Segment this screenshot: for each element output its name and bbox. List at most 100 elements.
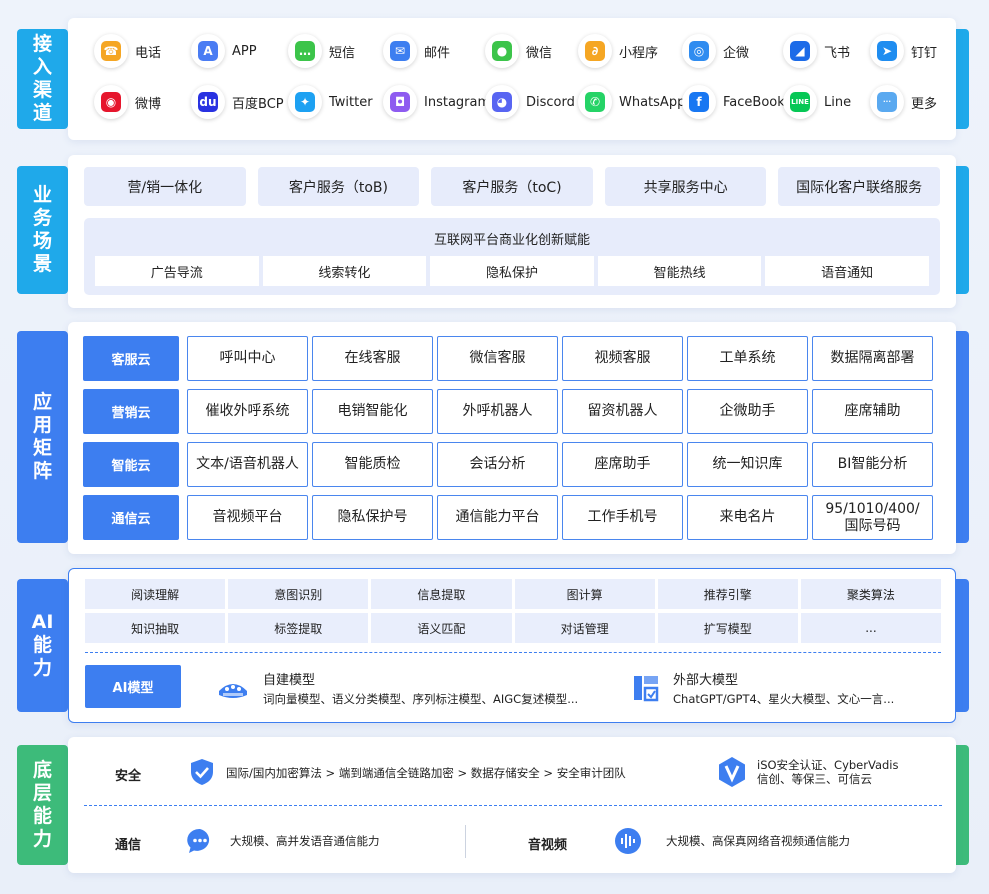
- ai-capability[interactable]: ...: [800, 613, 941, 643]
- matrix-cell[interactable]: 座席辅助: [812, 389, 933, 434]
- channel-item[interactable]: ◕ Discord: [485, 85, 578, 119]
- matrix-row-head[interactable]: 智能云: [83, 442, 179, 487]
- channel-item[interactable]: ● 微信: [485, 34, 578, 68]
- matrix-cell[interactable]: 企微助手: [687, 389, 808, 434]
- matrix-cell[interactable]: 在线客服: [312, 336, 433, 381]
- matrix-cell[interactable]: 来电名片: [687, 495, 808, 540]
- self-model: 自建模型 词向量模型、语义分类模型、序列标注模型、AIGC复述模型...: [215, 669, 578, 707]
- external-model: 外部大模型 ChatGPT/GPT4、星火大模型、文心一言...: [631, 669, 894, 707]
- ai-capability[interactable]: 标签提取: [228, 613, 369, 643]
- channel-item[interactable]: ◉ 微博: [94, 85, 191, 119]
- ai-capability[interactable]: 推荐引擎: [657, 579, 798, 609]
- twitter-icon: ✦: [288, 85, 322, 119]
- base-side-label: 底层能力: [17, 745, 68, 865]
- channel-item[interactable]: ◎ 企微: [682, 34, 783, 68]
- matrix-section: 应用矩阵 客服云 呼叫中心 在线客服 微信客服 视频客服 工单系统 数据隔离部署营销云 催收外…: [17, 322, 969, 554]
- scene-row: 营/销一体化 客户服务（toB) 客户服务（toC) 共享服务中心 国际化客户联…: [84, 167, 940, 206]
- channel-item[interactable]: … 短信: [288, 34, 383, 68]
- channels-right-bar: [955, 29, 969, 129]
- matrix-row: 营销云 催收外呼系统 电销智能化 外呼机器人 留资机器人 企微助手 座席辅助: [83, 389, 933, 434]
- base-divider: [84, 805, 942, 806]
- matrix-row-head[interactable]: 营销云: [83, 389, 179, 434]
- innovation-item[interactable]: 线索转化: [262, 256, 427, 286]
- matrix-cell[interactable]: 视频客服: [562, 336, 683, 381]
- ai-capability-grid: 阅读理解 意图识别 信息提取 图计算 推荐引擎 聚类算法知识抽取 标签提取 语义匹配 对话管理扩…: [85, 579, 941, 643]
- ai-capability[interactable]: 聚类算法: [800, 579, 941, 609]
- channel-item[interactable]: du 百度BCP: [191, 85, 288, 119]
- channel-item[interactable]: ◢ 飞书: [783, 34, 870, 68]
- matrix-cell[interactable]: 工作手机号: [562, 495, 683, 540]
- channel-label: 飞书: [824, 45, 851, 61]
- innovation-item[interactable]: 智能热线: [597, 256, 762, 286]
- dingtalk-icon: ➤: [870, 34, 904, 68]
- channel-item[interactable]: ✆ WhatsApp: [578, 85, 685, 119]
- ai-capability[interactable]: 信息提取: [371, 579, 512, 609]
- shield-icon: [191, 759, 213, 785]
- matrix-cell[interactable]: 文本/语音机器人: [187, 442, 308, 487]
- channel-item[interactable]: LINE Line: [783, 85, 870, 119]
- weibo-icon: ◉: [94, 85, 128, 119]
- channel-item[interactable]: ◘ Instagram: [383, 85, 490, 119]
- scene-item[interactable]: 营/销一体化: [84, 167, 246, 206]
- ai-capability[interactable]: 对话管理: [514, 613, 655, 643]
- certification-text: iSO安全认证、CyberVadis 信创、等保三、可信云: [757, 758, 899, 786]
- matrix-cell[interactable]: 座席助手: [562, 442, 683, 487]
- matrix-cell[interactable]: 隐私保护号: [312, 495, 433, 540]
- channels-side-label: 接入渠道: [17, 29, 68, 129]
- channel-item[interactable]: ··· 更多: [870, 85, 940, 119]
- ai-capability[interactable]: 扩写模型: [657, 613, 798, 643]
- external-model-desc: ChatGPT/GPT4、星火大模型、文心一言...: [673, 692, 895, 706]
- matrix-cell[interactable]: 智能质检: [312, 442, 433, 487]
- scenes-section: 业务场景 营/销一体化 客户服务（toB) 客户服务（toC) 共享服务中心 国…: [17, 155, 969, 308]
- channel-item[interactable]: f FaceBook: [682, 85, 785, 119]
- matrix-cell[interactable]: 95/1010/400/国际号码: [812, 495, 933, 540]
- channel-item[interactable]: ∂ 小程序: [578, 34, 682, 68]
- matrix-cell[interactable]: 音视频平台: [187, 495, 308, 540]
- audio-wave-icon: [615, 828, 641, 854]
- channel-label: APP: [232, 43, 257, 59]
- instagram-icon: ◘: [383, 85, 417, 119]
- innovation-item[interactable]: 隐私保护: [430, 256, 594, 286]
- channel-item[interactable]: ☎ 电话: [94, 34, 191, 68]
- ai-model-button[interactable]: AI模型: [85, 665, 181, 708]
- innovation-item[interactable]: 广告导流: [95, 256, 259, 286]
- scene-item[interactable]: 共享服务中心: [604, 167, 767, 206]
- channel-label: Instagram: [424, 94, 491, 110]
- channel-item[interactable]: ✦ Twitter: [288, 85, 383, 119]
- matrix-cell[interactable]: 电销智能化: [312, 389, 433, 434]
- channel-item[interactable]: ➤ 钉钉: [870, 34, 940, 68]
- matrix-cell[interactable]: 呼叫中心: [187, 336, 308, 381]
- channel-item[interactable]: A APP: [191, 34, 288, 68]
- matrix-cell[interactable]: BI智能分析: [812, 442, 933, 487]
- matrix-cell[interactable]: 统一知识库: [687, 442, 808, 487]
- channel-label: 企微: [723, 45, 750, 61]
- scene-item[interactable]: 客户服务（toC): [431, 167, 593, 206]
- ai-capability[interactable]: 意图识别: [228, 579, 369, 609]
- matrix-row-head[interactable]: 通信云: [83, 495, 179, 540]
- matrix-side-label: 应用矩阵: [17, 331, 68, 543]
- feishu-icon: ◢: [783, 34, 817, 68]
- ai-capability[interactable]: 图计算: [514, 579, 655, 609]
- matrix-cell[interactable]: 微信客服: [437, 336, 558, 381]
- ai-side-label: AI能力: [17, 579, 68, 712]
- matrix-cell[interactable]: 工单系统: [687, 336, 808, 381]
- innovation-item[interactable]: 语音通知: [765, 256, 929, 286]
- ai-capability[interactable]: 语义匹配: [371, 613, 512, 643]
- scene-item[interactable]: 客户服务（toB): [257, 167, 420, 206]
- matrix-cell[interactable]: 外呼机器人: [437, 389, 558, 434]
- matrix-cell[interactable]: 数据隔离部署: [812, 336, 933, 381]
- matrix-cell[interactable]: 会话分析: [437, 442, 558, 487]
- channel-label: FaceBook: [723, 94, 785, 110]
- base-section: 底层能力 安全 国际/国内加密算法 > 端到端通信全链路加密 > 数据存储安全 …: [17, 737, 969, 873]
- ai-capability[interactable]: 知识抽取: [85, 613, 226, 643]
- matrix-cell[interactable]: 留资机器人: [562, 389, 683, 434]
- ai-capability[interactable]: 阅读理解: [85, 579, 226, 609]
- matrix-row-head[interactable]: 客服云: [83, 336, 179, 381]
- scene-item[interactable]: 国际化客户联络服务: [778, 167, 940, 206]
- channels-card: ☎ 电话 A APP … 短信 ✉ 邮件 ● 微信 ∂ 小程序 ◎ 企微 ◢ 飞书 ➤ 钉钉 ◉ 微博 du 百度BCP ✦…: [68, 18, 956, 140]
- matrix-cell[interactable]: 催收外呼系统: [187, 389, 308, 434]
- channel-item[interactable]: ✉ 邮件: [383, 34, 485, 68]
- channel-label: 电话: [135, 45, 162, 61]
- scenes-card: 营/销一体化 客户服务（toB) 客户服务（toC) 共享服务中心 国际化客户联…: [68, 155, 956, 308]
- matrix-cell[interactable]: 通信能力平台: [437, 495, 558, 540]
